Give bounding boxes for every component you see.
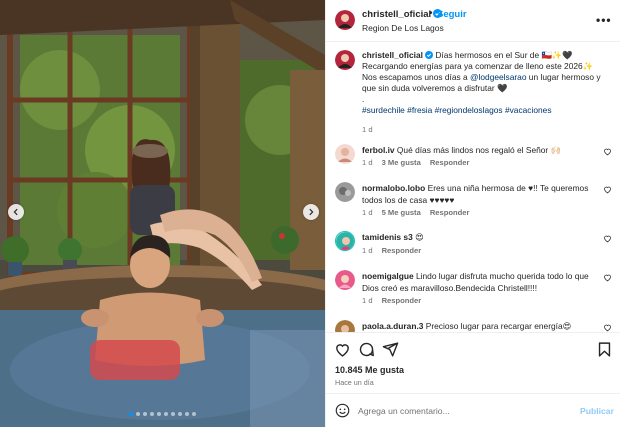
heart-icon[interactable]	[603, 234, 612, 243]
carousel-dot[interactable]	[164, 412, 168, 416]
heart-icon[interactable]	[603, 323, 612, 332]
comment-likes[interactable]: 5 Me gusta	[382, 208, 421, 217]
comment-icon[interactable]	[358, 341, 375, 358]
comment-likes[interactable]: 3 Me gusta	[382, 158, 421, 167]
commenter-avatar[interactable]	[335, 144, 355, 164]
comment-body: 😍	[415, 232, 424, 242]
commenter-avatar[interactable]	[335, 320, 355, 332]
reply-button[interactable]: Responder	[430, 208, 470, 217]
heart-icon[interactable]	[334, 341, 351, 358]
verified-icon	[424, 51, 433, 59]
comment-username[interactable]: ferbol.iv	[362, 145, 395, 155]
carousel-dot[interactable]	[157, 412, 161, 416]
reply-button[interactable]: Responder	[382, 246, 422, 255]
caption-line-1: Días hermosos en el Sur de 🇨🇱✨🖤	[435, 50, 573, 60]
comment-time: 1 d	[362, 208, 373, 217]
hashtag-link[interactable]: #regiondeloslagos	[435, 105, 503, 115]
comment-text: ferbol.iv Qué días más lindos nos regaló…	[362, 144, 602, 156]
carousel-dot[interactable]	[171, 412, 175, 416]
comment-username[interactable]: noemigalgue	[362, 271, 414, 281]
carousel-dot[interactable]	[185, 412, 189, 416]
post-header: christell_oficial • Seguir Region De Los…	[326, 0, 620, 42]
carousel-dot[interactable]	[150, 412, 154, 416]
action-bar	[326, 332, 620, 364]
hashtag-link[interactable]: #surdechile	[362, 105, 405, 115]
comment-text: paola.a.duran.3 Precioso lugar para reca…	[362, 320, 602, 332]
comment-username[interactable]: normalobo.lobo	[362, 183, 425, 193]
comment-meta: 1 d 5 Me gusta Responder	[362, 208, 469, 217]
hashtag-link[interactable]: #fresia	[407, 105, 432, 115]
more-icon[interactable]: •••	[596, 13, 612, 27]
carousel-dot[interactable]	[192, 412, 196, 416]
comment-meta: 1 d 3 Me gusta Responder	[362, 158, 469, 167]
follow-button[interactable]: Seguir	[437, 9, 467, 20]
post-location[interactable]: Region De Los Lagos	[362, 23, 444, 33]
carousel-prev-button[interactable]	[8, 204, 24, 220]
reply-button[interactable]: Responder	[430, 158, 470, 167]
chevron-right-icon	[309, 208, 314, 216]
caption-time: 1 d	[362, 125, 373, 134]
commenter-avatar[interactable]	[335, 270, 355, 290]
caption-avatar[interactable]	[335, 50, 355, 70]
caption-dot: .	[362, 94, 365, 104]
publish-button[interactable]: Publicar	[580, 406, 614, 416]
comment-time: 1 d	[362, 246, 373, 255]
comment-meta: 1 d Responder	[362, 246, 421, 255]
caption-meta: 1 d	[362, 125, 373, 134]
emoji-icon[interactable]	[335, 403, 350, 418]
comment-text: tamidenis s3 😍	[362, 231, 602, 243]
carousel-dot[interactable]	[136, 412, 140, 416]
comment-meta: 1 d Responder	[362, 296, 421, 305]
carousel-dot[interactable]	[143, 412, 147, 416]
photo-scene	[0, 0, 325, 427]
chevron-left-icon	[13, 208, 18, 216]
carousel-dots	[0, 412, 325, 416]
comment-text: noemigalgue Lindo lugar disfruta mucho q…	[362, 270, 602, 294]
comment-text: normalobo.lobo Eres una niña hermosa de …	[362, 182, 602, 206]
likes-count[interactable]: 10.845 Me gusta	[335, 365, 404, 375]
caption-username[interactable]: christell_oficial	[362, 50, 423, 60]
heart-icon[interactable]	[603, 185, 612, 194]
post-photo[interactable]	[0, 0, 325, 427]
carousel-dot[interactable]	[178, 412, 182, 416]
caption-line-2: Recargando energías para ya comenzar de …	[362, 61, 594, 71]
author-avatar[interactable]	[335, 10, 355, 30]
caption-text: christell_oficial Días hermosos en el Su…	[362, 50, 602, 116]
comment-time: 1 d	[362, 296, 373, 305]
add-comment-bar: Publicar	[326, 393, 620, 427]
post-time: Hace un día	[335, 378, 374, 387]
reply-button[interactable]: Responder	[382, 296, 422, 305]
comment-time: 1 d	[362, 158, 373, 167]
caption-line-3-prefix: Nos escapamos unos días a	[362, 72, 471, 82]
comment-body: Precioso lugar para recargar energía😍	[425, 321, 572, 331]
bookmark-icon[interactable]	[596, 341, 613, 358]
comment-body: Qué días más lindos nos regaló el Señor …	[396, 145, 561, 155]
heart-icon[interactable]	[603, 147, 612, 156]
hashtag-link[interactable]: #vacaciones	[505, 105, 552, 115]
mention-link[interactable]: @lodgeelsarao	[470, 72, 526, 82]
heart-icon[interactable]	[603, 273, 612, 282]
header-separator: •	[429, 8, 433, 19]
carousel-next-button[interactable]	[303, 204, 319, 220]
share-icon[interactable]	[382, 341, 399, 358]
post-panel: christell_oficial • Seguir Region De Los…	[325, 0, 620, 427]
commenter-avatar[interactable]	[335, 231, 355, 251]
comment-username[interactable]: tamidenis s3	[362, 232, 413, 242]
carousel-dot[interactable]	[129, 412, 133, 416]
commenter-avatar[interactable]	[335, 182, 355, 202]
comment-username[interactable]: paola.a.duran.3	[362, 321, 423, 331]
comment-input[interactable]	[358, 403, 568, 418]
comments-list[interactable]: christell_oficial Días hermosos en el Su…	[326, 42, 620, 332]
